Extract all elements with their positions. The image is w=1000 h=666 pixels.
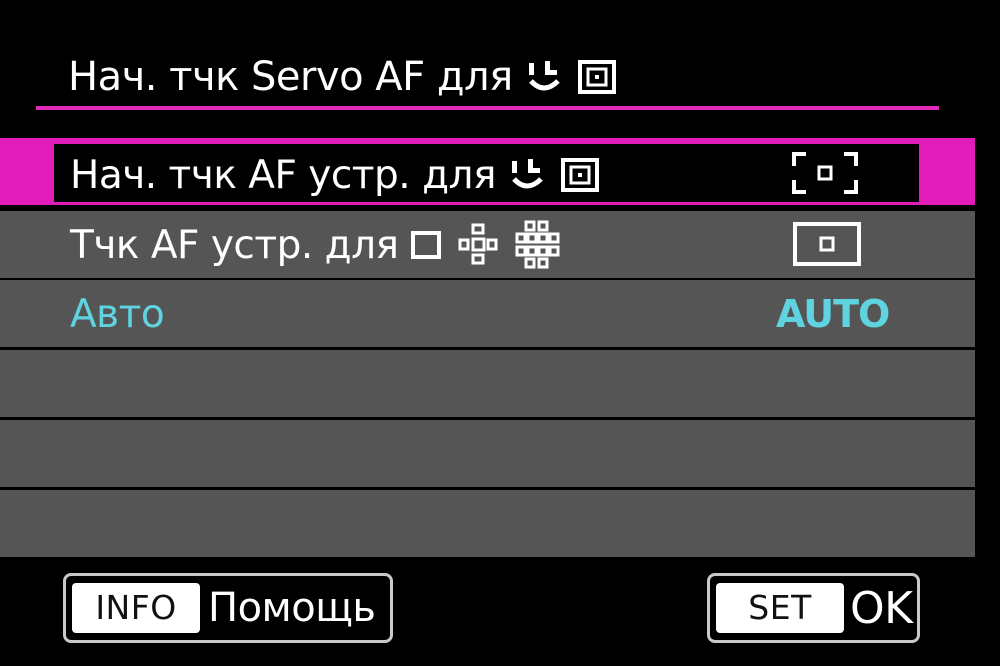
ok-button[interactable]: SET OK [707,573,920,643]
face-tracking-icon [508,155,548,195]
af-frame-icon [560,155,600,195]
single-point-frame-icon [792,221,862,267]
menu-item-af-point-for-mode-label: Тчк AF устр. для [70,220,560,270]
set-key: SET [716,583,844,633]
large-zone-af-icon [514,220,560,270]
menu-row-empty [0,490,975,557]
menu-item-auto: Авто [70,289,165,339]
title-divider [36,106,939,110]
af-frame-icon [577,57,617,97]
face-tracking-icon [525,57,565,97]
menu-row-empty [0,350,975,417]
camera-menu-screen: Нач. тчк Servo AF для Нач. тчк AF устр. … [0,0,1000,666]
single-point-af-icon [410,228,444,262]
menu-item-initial-af-point-label: Нач. тчк AF устр. для [70,150,600,200]
help-button[interactable]: INFO Помощь [63,573,393,643]
page-title: Нач. тчк Servo AF для [68,52,617,102]
menu-item-label: Нач. тчк AF устр. для [70,152,496,198]
info-key: INFO [72,583,200,633]
ok-label: OK [850,582,913,634]
menu-row-empty [0,420,975,487]
menu-item-label: Тчк AF устр. для [70,222,399,268]
page-title-text: Нач. тчк Servo AF для [68,54,513,100]
menu-item-label: Авто [70,291,165,337]
menu-item-auto-value: AUTO [776,292,890,336]
af-area-bracket-icon [790,150,860,196]
zone-af-icon [456,222,502,268]
help-label: Помощь [208,585,376,631]
